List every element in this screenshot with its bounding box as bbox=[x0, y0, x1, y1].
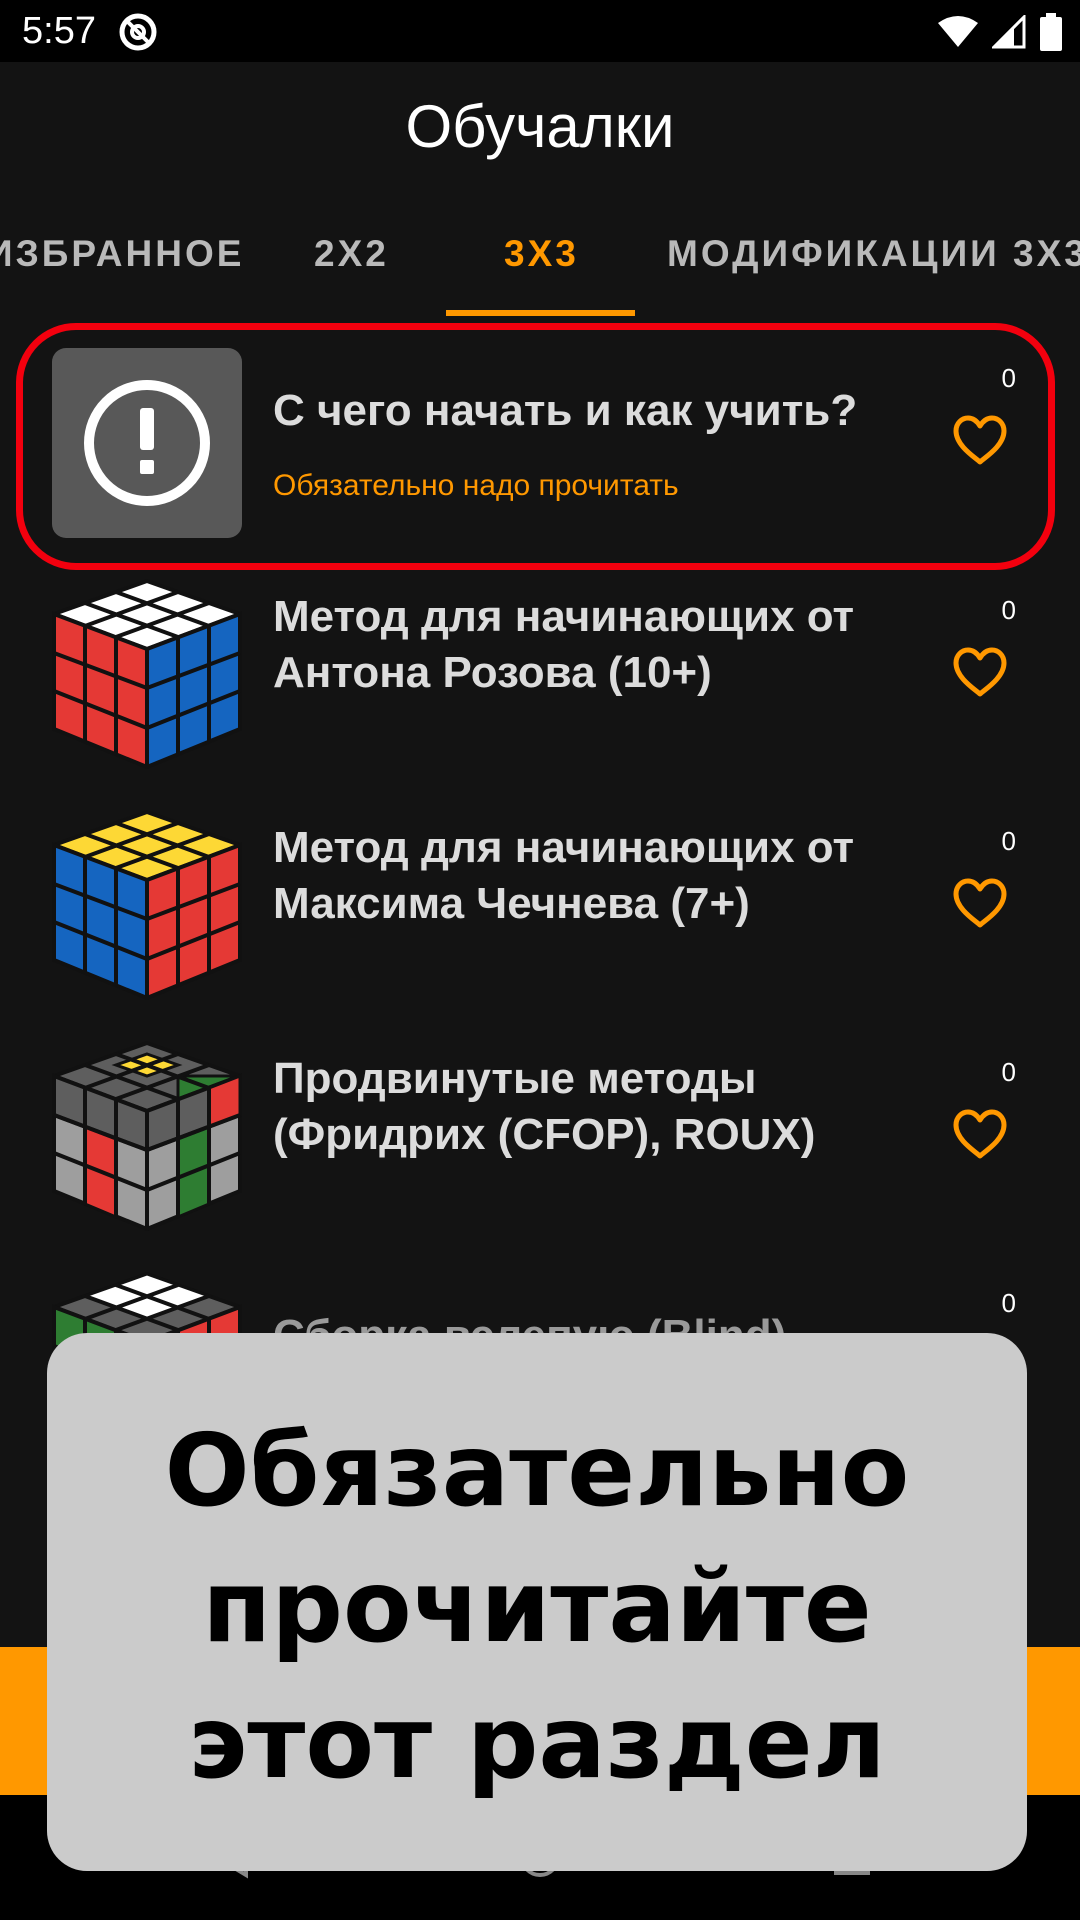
page-title: Обучалки bbox=[405, 93, 675, 160]
toast-text: Обязательно прочитайте этот раздел bbox=[164, 1412, 910, 1801]
status-bar: 5:57 bbox=[0, 0, 1080, 62]
highlight-frame bbox=[16, 323, 1055, 570]
favorite-count: 0 bbox=[1001, 826, 1016, 856]
at-sign-icon bbox=[119, 13, 157, 51]
tab-2x2[interactable]: 2X2 bbox=[314, 200, 389, 312]
item-title: Метод для начинающих от Антона Розова (1… bbox=[273, 592, 855, 697]
cellular-signal-icon bbox=[992, 15, 1026, 49]
item-title: Продвинутые методы (Фридрих (CFOP), ROUX… bbox=[273, 1054, 816, 1159]
status-time: 5:57 bbox=[22, 10, 96, 52]
tab-3x3-modifications[interactable]: МОДИФИКАЦИИ 3X3 bbox=[667, 200, 1080, 312]
toast-message: Обязательно прочитайте этот раздел bbox=[47, 1333, 1027, 1871]
list-item-rozov-method[interactable]: Метод для начинающих от Антона Розова (1… bbox=[0, 559, 1080, 789]
heart-icon[interactable] bbox=[952, 646, 1008, 698]
favorite-count: 0 bbox=[1001, 1288, 1016, 1318]
favorite-count: 0 bbox=[1001, 595, 1016, 625]
status-icons bbox=[938, 12, 1062, 52]
cube-white-red-blue-icon bbox=[52, 579, 242, 769]
cube-yellow-blue-red-icon bbox=[52, 810, 242, 1000]
cube-f2l-icon bbox=[52, 1041, 242, 1231]
item-title: Метод для начинающих от Максима Чечнева … bbox=[273, 823, 855, 928]
active-tab-indicator bbox=[446, 310, 635, 316]
tab-3x3[interactable]: 3X3 bbox=[504, 200, 579, 312]
heart-icon[interactable] bbox=[952, 877, 1008, 929]
list-item-chechnev-method[interactable]: Метод для начинающих от Максима Чечнева … bbox=[0, 790, 1080, 1020]
wifi-icon bbox=[938, 16, 978, 47]
list-item-advanced-methods[interactable]: Продвинутые методы (Фридрих (CFOP), ROUX… bbox=[0, 1021, 1080, 1251]
favorite-count: 0 bbox=[1001, 1057, 1016, 1087]
tab-bar: ИЗБРАННОЕ 2X2 3X3 МОДИФИКАЦИИ 3X3 bbox=[0, 200, 1080, 316]
heart-icon[interactable] bbox=[952, 1108, 1008, 1160]
battery-icon bbox=[1040, 13, 1062, 51]
tab-favorites[interactable]: ИЗБРАННОЕ bbox=[0, 200, 244, 312]
